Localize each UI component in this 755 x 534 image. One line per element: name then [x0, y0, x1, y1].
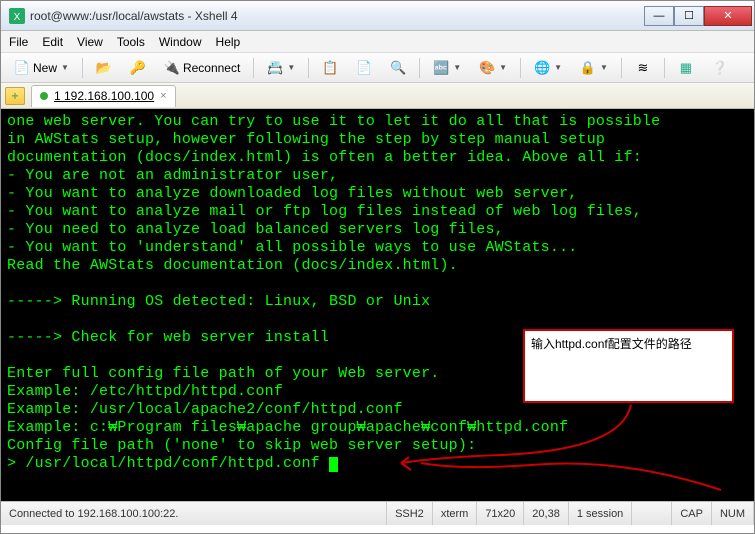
tab-close-icon[interactable]: ×: [160, 90, 166, 102]
status-num: NUM: [712, 502, 754, 525]
new-icon: 📄: [14, 60, 30, 76]
annotation-text: 输入httpd.conf配置文件的路径: [531, 337, 692, 351]
font-icon: 🔤: [433, 60, 449, 76]
status-cap: CAP: [672, 502, 712, 525]
color-icon: 🎨: [479, 60, 495, 76]
help-button[interactable]: ❔: [705, 57, 735, 79]
status-cursor: 20,38: [524, 502, 569, 525]
find-button[interactable]: 🔍: [383, 57, 413, 79]
status-size: 71x20: [477, 502, 524, 525]
reconnect-button[interactable]: 🔌Reconnect: [157, 57, 247, 79]
copy-button[interactable]: 📋: [315, 57, 345, 79]
menu-edit[interactable]: Edit: [42, 35, 63, 49]
profile-icon: 📇: [267, 60, 283, 76]
grid-icon: ▦: [678, 60, 694, 76]
toolbar: 📄New▼ 📂 🔑 🔌Reconnect 📇▼ 📋 📄 🔍 🔤▼ 🎨▼ 🌐▼ 🔒…: [1, 53, 754, 83]
menu-tools[interactable]: Tools: [117, 35, 145, 49]
add-tab-button[interactable]: +: [5, 87, 25, 105]
folder-icon: 📂: [96, 60, 112, 76]
copy-icon: 📋: [322, 60, 338, 76]
status-protocol: SSH2: [387, 502, 433, 525]
find-icon: 🔍: [390, 60, 406, 76]
titlebar: X root@www:/usr/local/awstats - Xshell 4…: [1, 1, 754, 31]
statusbar: Connected to 192.168.100.100:22. SSH2 xt…: [1, 501, 754, 525]
color-button[interactable]: 🎨▼: [472, 57, 514, 79]
font-button[interactable]: 🔤▼: [426, 57, 468, 79]
session-tab[interactable]: 1 192.168.100.100 ×: [31, 85, 176, 107]
close-button[interactable]: ✕: [704, 6, 752, 26]
new-button[interactable]: 📄New▼: [7, 57, 76, 79]
key-icon: 🔑: [130, 60, 146, 76]
menubar: File Edit View Tools Window Help: [1, 31, 754, 53]
window-buttons: — ☐ ✕: [644, 6, 752, 26]
tabbar: + 1 192.168.100.100 ×: [1, 83, 754, 109]
menu-view[interactable]: View: [77, 35, 103, 49]
reconnect-icon: 🔌: [164, 60, 180, 76]
svg-text:X: X: [14, 12, 21, 23]
paste-icon: 📄: [356, 60, 372, 76]
profile-button[interactable]: 📇▼: [260, 57, 302, 79]
script-icon: ≋: [635, 60, 651, 76]
status-connected: Connected to 192.168.100.100:22.: [1, 502, 387, 525]
window-title: root@www:/usr/local/awstats - Xshell 4: [30, 9, 644, 23]
lock-icon: 🔒: [580, 60, 596, 76]
terminal[interactable]: one web server. You can try to use it to…: [1, 109, 754, 501]
paste-button[interactable]: 📄: [349, 57, 379, 79]
key-button[interactable]: 🔑: [123, 57, 153, 79]
minimize-button[interactable]: —: [644, 6, 674, 26]
help-icon: ❔: [712, 60, 728, 76]
script-button[interactable]: ≋: [628, 57, 658, 79]
menu-help[interactable]: Help: [216, 35, 241, 49]
globe-icon: 🌐: [534, 60, 550, 76]
status-term: xterm: [433, 502, 478, 525]
maximize-button[interactable]: ☐: [674, 6, 704, 26]
globe-button[interactable]: 🌐▼: [527, 57, 569, 79]
grid-button[interactable]: ▦: [671, 57, 701, 79]
menu-window[interactable]: Window: [159, 35, 202, 49]
open-button[interactable]: 📂: [89, 57, 119, 79]
app-icon: X: [9, 8, 25, 24]
tab-label: 1 192.168.100.100: [54, 89, 154, 103]
lock-button[interactable]: 🔒▼: [573, 57, 615, 79]
status-dot-icon: [40, 92, 48, 100]
status-session: 1 session: [569, 502, 632, 525]
menu-file[interactable]: File: [9, 35, 28, 49]
annotation-box: 输入httpd.conf配置文件的路径: [523, 329, 734, 403]
